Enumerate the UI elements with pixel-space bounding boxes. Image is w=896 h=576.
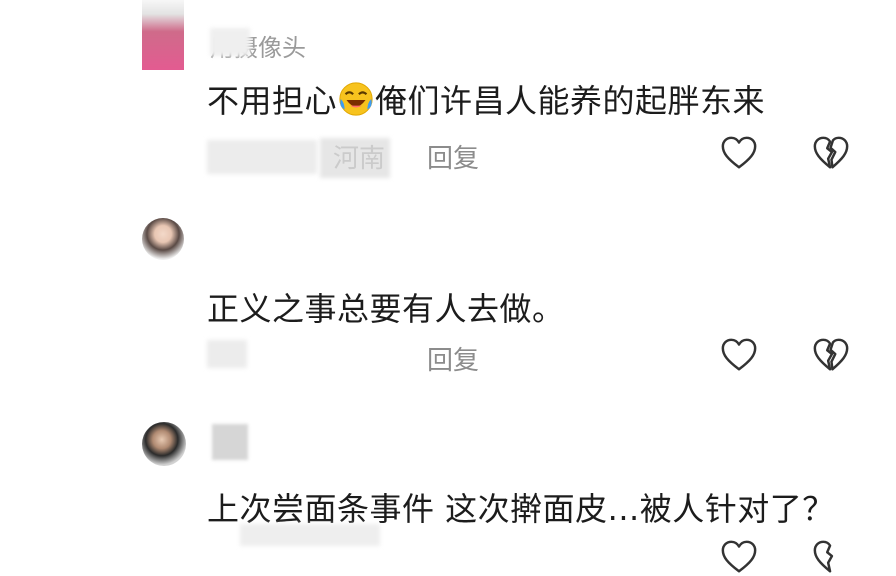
avatar[interactable] — [142, 0, 184, 70]
meta-blur — [240, 524, 380, 546]
meta-blur — [207, 140, 317, 174]
comment-text-before: 不用担心 — [207, 82, 338, 120]
username-blur — [210, 28, 250, 56]
broken-heart-icon[interactable] — [812, 134, 850, 172]
comment-location: 河南 — [333, 144, 386, 174]
reply-button[interactable]: 回复 — [427, 340, 479, 377]
comment-text: 正义之事总要有人去做。 — [207, 290, 565, 328]
avatar[interactable] — [142, 422, 186, 466]
heart-outline-icon[interactable] — [720, 134, 758, 172]
username-blur — [212, 424, 248, 460]
reply-button[interactable]: 回复 — [427, 138, 479, 175]
avatar[interactable] — [142, 218, 184, 260]
comment-text-after: 俺们许昌人能养的起胖东来 — [375, 82, 766, 120]
heart-outline-icon[interactable] — [720, 336, 758, 374]
meta-blur — [207, 340, 247, 368]
heart-outline-icon[interactable] — [720, 538, 758, 576]
broken-heart-icon[interactable] — [812, 538, 850, 576]
comment-text: 不用担心 俺们许昌人能养的起胖东来 — [207, 76, 765, 122]
rofl-emoji-icon — [339, 82, 373, 116]
broken-heart-icon[interactable] — [812, 336, 850, 374]
